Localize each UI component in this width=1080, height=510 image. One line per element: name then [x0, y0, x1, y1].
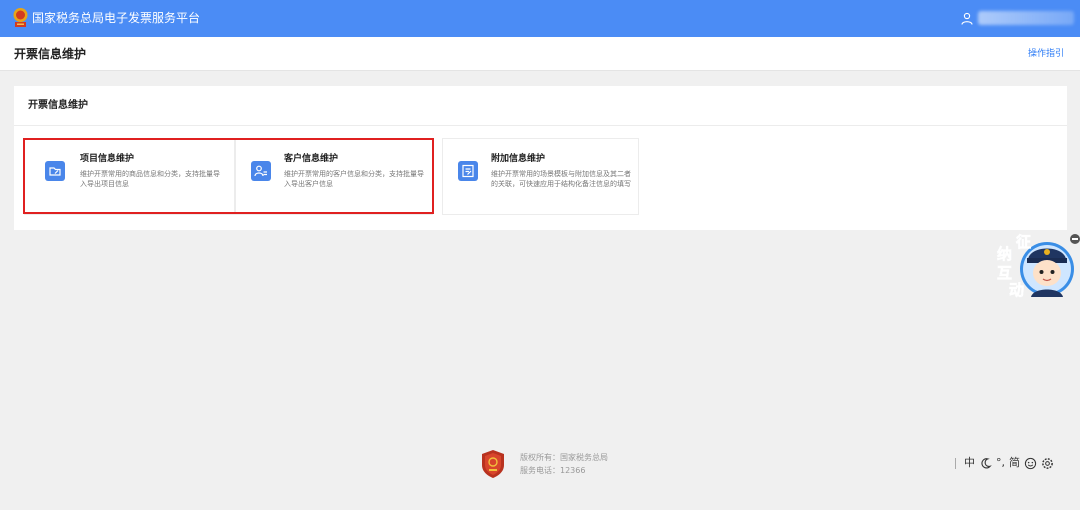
ime-punct-toggle[interactable]: °, [996, 455, 1005, 471]
top-header: 国家税务总局电子发票服务平台 [0, 0, 1080, 37]
assistant-char: 动 [1009, 281, 1025, 300]
tax-bureau-shield-icon [482, 450, 504, 478]
ime-simplified-toggle[interactable]: 简 [1009, 455, 1020, 471]
user-icon[interactable] [961, 12, 973, 25]
user-card-icon [251, 161, 271, 181]
footer-hotline: 服务电话：12366 [520, 466, 586, 475]
operation-guide-link[interactable]: 操作指引 [1028, 49, 1064, 59]
card-title: 客户信息维护 [284, 154, 339, 164]
page-title-bar: 开票信息维护 操作指引 [0, 37, 1080, 71]
card-description: 维护开票常用的商品信息和分类，支持批量导入导出项目信息 [80, 170, 220, 188]
tax-assistant-widget[interactable]: 纳 征 互 动 [995, 231, 1075, 303]
panel-title: 开票信息维护 [28, 100, 88, 111]
document-edit-icon [458, 161, 478, 181]
tax-emblem-icon[interactable] [12, 7, 29, 29]
panel-divider [14, 125, 1067, 126]
assistant-close-button[interactable] [1070, 234, 1080, 244]
card-description: 维护开票常用的场景模板与附加信息及其二者的关联，可快速应用于结构化备注信息的填写 [491, 170, 631, 188]
card-title: 项目信息维护 [80, 154, 135, 164]
folder-edit-icon [45, 161, 65, 181]
emoji-icon[interactable] [1024, 455, 1037, 471]
ime-toolbar: 中 °, 简 [955, 455, 1054, 471]
card-title: 附加信息维护 [491, 154, 546, 164]
ime-lang-toggle[interactable]: 中 [964, 455, 975, 471]
assistant-char: 征 [1016, 233, 1032, 252]
card-customer-info-maintenance[interactable]: 客户信息维护 维护开票常用的客户信息和分类，支持批量导入导出客户信息 [235, 138, 433, 215]
assistant-char: 纳 [997, 245, 1013, 264]
card-additional-info-maintenance[interactable]: 附加信息维护 维护开票常用的场景模板与附加信息及其二者的关联，可快速应用于结构化… [442, 138, 639, 215]
card-item-info-maintenance[interactable]: 项目信息维护 维护开票常用的商品信息和分类，支持批量导入导出项目信息 [24, 138, 235, 215]
info-maintenance-panel: 开票信息维护 项目信息维护 维护开票常用的商品信息和分类，支持批量导入导出项目信… [14, 86, 1067, 230]
user-name-redacted[interactable] [978, 11, 1074, 25]
page-title: 开票信息维护 [14, 47, 87, 61]
footer-copyright: 版权所有：国家税务总局 [520, 453, 608, 462]
app-title[interactable]: 国家税务总局电子发票服务平台 [32, 10, 200, 26]
settings-icon[interactable] [1041, 455, 1054, 471]
moon-icon[interactable] [979, 455, 992, 471]
card-description: 维护开票常用的客户信息和分类，支持批量导入导出客户信息 [284, 170, 424, 188]
toolbar-separator [955, 457, 956, 469]
